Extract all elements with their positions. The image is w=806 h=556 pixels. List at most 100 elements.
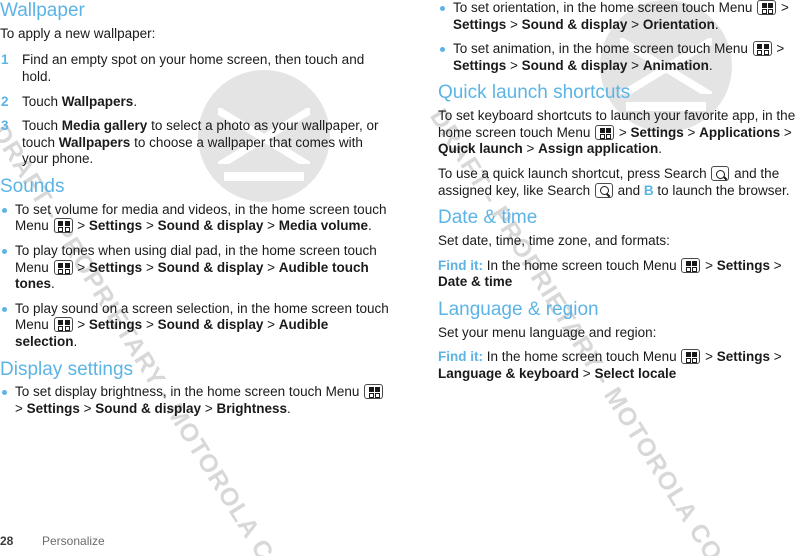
chapter-name: Personalize [42, 534, 105, 548]
inline-text: To use a quick launch shortcut, press Se… [438, 166, 711, 181]
section-heading-wallpaper: Wallpaper [0, 0, 85, 21]
page-number: 28 [0, 534, 14, 548]
inline-text: > [522, 141, 539, 157]
emphasis-text: Sound & display [521, 57, 628, 73]
menu-key-icon [757, 0, 777, 15]
inline-text: > [15, 401, 27, 417]
inline-text: . [708, 57, 713, 73]
step-number: 1 [1, 52, 9, 68]
numbered-list-item: 2 Touch Wallpapers. [0, 94, 392, 111]
bullet-list-item: To set display brightness, in the home s… [0, 384, 392, 417]
inline-text: > [701, 349, 717, 365]
inline-text: > [627, 16, 643, 32]
section-heading-language-region: Language & region [438, 298, 599, 320]
inline-text: and [613, 182, 644, 198]
inline-text: > [73, 218, 89, 234]
inline-text: > [201, 401, 217, 417]
find-it-label: Find it: [438, 349, 483, 365]
inline-text: In the home screen touch Menu [482, 257, 681, 273]
bullet-list-item: To set animation, in the home screen tou… [438, 41, 806, 74]
emphasis-text: Quick launch [438, 141, 523, 157]
wallpaper-intro-text: To apply a new wallpaper: [0, 25, 156, 41]
find-it-path: In the home screen touch Menu > Settings… [438, 349, 782, 381]
date-time-find-it: Find it: In the home screen touch Menu >… [438, 257, 806, 291]
inline-text: > [770, 349, 782, 365]
inline-text: > [770, 257, 782, 273]
inline-text: . [286, 401, 291, 417]
inline-text: . [51, 276, 55, 292]
bullet-dot-icon [440, 47, 445, 53]
inline-text: > [142, 317, 158, 333]
emphasis-text: Applications [699, 124, 781, 140]
emphasis-text: Settings [453, 16, 507, 32]
menu-key-icon [681, 257, 701, 273]
numbered-list-item: 3 Touch Media gallery to select a photo a… [0, 118, 392, 168]
inline-text: To set animation, in the home screen tou… [453, 41, 752, 57]
emphasis-text: Sound & display [157, 317, 264, 333]
menu-key-icon [53, 259, 73, 275]
inline-text: > [73, 317, 89, 333]
bullet-dot-icon [2, 249, 7, 255]
numbered-list-item: 1 Find an empty spot on your home screen,… [0, 52, 392, 85]
find-it-label: Find it: [438, 257, 483, 273]
section-heading-date-time: Date & time [438, 207, 538, 229]
inline-text: Find an empty spot on your home screen, … [22, 52, 365, 85]
emphasis-text: Wallpapers [61, 93, 134, 109]
menu-key-icon [364, 384, 384, 400]
emphasis-text: Media volume [278, 218, 369, 234]
emphasis-text: Settings [88, 259, 143, 275]
emphasis-text: Wallpapers [58, 134, 131, 150]
bullet-dot-icon [2, 390, 7, 396]
bullet-list-item: To set volume for media and videos, in t… [0, 202, 392, 235]
menu-key-icon [752, 41, 772, 57]
emphasis-text: Sound & display [157, 259, 264, 275]
inline-text: > [579, 365, 595, 381]
inline-text: > [73, 259, 89, 275]
inline-text: > [780, 124, 792, 140]
language-region-find-it: Find it: In the home screen touch Menu >… [438, 349, 806, 382]
inline-text: . [133, 93, 138, 109]
emphasis-text: Sound & display [95, 401, 202, 417]
inline-text: > [777, 0, 789, 15]
bullet-dot-icon [2, 306, 7, 312]
wallpaper-steps-list: 1 Find an empty spot on your home screen,… [0, 52, 392, 168]
menu-key-icon [681, 349, 701, 365]
inline-text: > [263, 259, 279, 275]
section-heading-sounds: Sounds [0, 176, 65, 197]
bullet-list-item: To set orientation, in the home screen t… [438, 0, 806, 33]
menu-key-icon [53, 218, 73, 234]
step-number: 2 [1, 93, 9, 109]
quick-launch-paragraph-1: To set keyboard shortcuts to launch your… [438, 108, 806, 158]
inline-text: To set orientation, in the home screen t… [453, 0, 757, 15]
inline-text: > [142, 259, 158, 275]
find-it-path: In the home screen touch Menu > Settings… [438, 257, 782, 290]
inline-text: > [263, 317, 279, 333]
emphasis-text: Date & time [438, 274, 513, 290]
bullet-list-item: To play tones when using dial pad, in th… [0, 243, 392, 293]
display-settings-bullet-list: To set display brightness, in the home s… [0, 384, 392, 417]
inline-text: > [627, 57, 643, 73]
emphasis-text: Settings [716, 349, 771, 365]
inline-text: In the home screen touch Menu [482, 349, 681, 365]
emphasis-text: Settings [453, 57, 507, 73]
emphasis-text: Settings [88, 218, 143, 234]
inline-text: . [714, 16, 719, 32]
inline-text: To set display brightness, in the home s… [15, 384, 364, 400]
right-column: To set orientation, in the home screen t… [438, 0, 806, 390]
inline-text: . [368, 218, 372, 234]
emphasis-text: Media gallery [61, 118, 148, 134]
emphasis-text: Settings [88, 317, 143, 333]
section-heading-quick-launch-shortcuts: Quick launch shortcuts [438, 82, 631, 104]
page-footer: 28 Personalize [0, 534, 105, 548]
inline-text: > [79, 401, 96, 417]
emphasis-text: Settings [630, 124, 684, 140]
search-key-icon [594, 182, 613, 198]
inline-text: Touch [22, 118, 62, 134]
manual-page: Wallpaper To apply a new wallpaper: 1 Fin… [0, 0, 806, 556]
inline-text: > [772, 41, 785, 57]
inline-text: Touch [22, 93, 62, 109]
emphasis-text: Sound & display [157, 218, 264, 234]
emphasis-text: Animation [642, 57, 709, 73]
inline-text: > [506, 57, 522, 73]
emphasis-text: Settings [26, 401, 80, 417]
